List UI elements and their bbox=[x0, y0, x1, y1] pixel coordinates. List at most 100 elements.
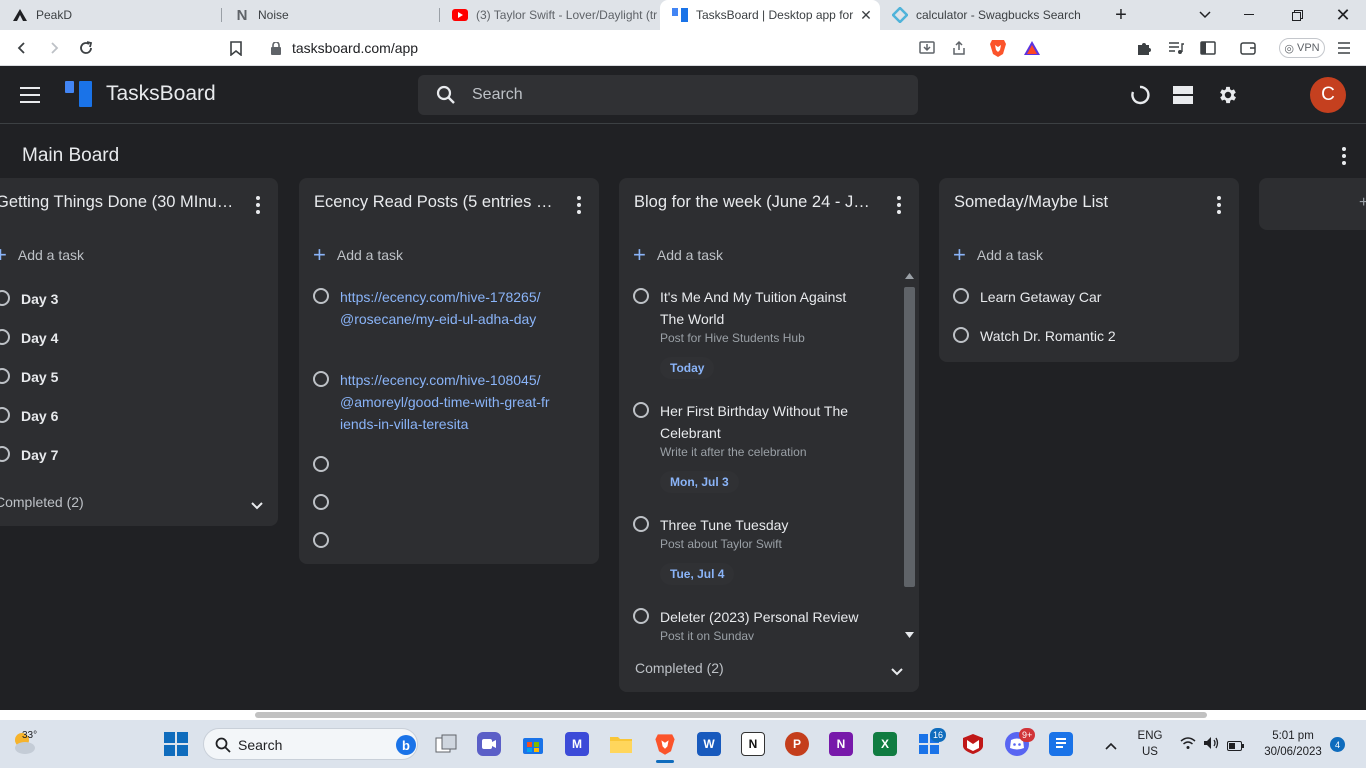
extensions-puzzle-icon[interactable] bbox=[1134, 38, 1154, 58]
task-checkbox[interactable] bbox=[313, 288, 329, 304]
list-menu-icon[interactable] bbox=[1209, 194, 1229, 216]
google-docs-icon[interactable] bbox=[1049, 732, 1073, 756]
task-item[interactable]: Day 3 bbox=[0, 288, 58, 310]
address-bar[interactable]: tasksboard.com/app bbox=[292, 40, 418, 56]
task-item[interactable]: It's Me And My Tuition Against The World… bbox=[633, 286, 863, 379]
chevron-down-icon[interactable] bbox=[890, 664, 904, 676]
vpn-button[interactable]: ◎ VPN bbox=[1279, 38, 1325, 58]
brave-browser-icon[interactable] bbox=[653, 732, 677, 756]
task-item[interactable]: Deleter (2023) Personal Review Post it o… bbox=[633, 606, 883, 643]
task-link[interactable]: https://ecency.com/hive-178265/@rosecane… bbox=[340, 286, 545, 330]
board-scrollbar-thumb[interactable] bbox=[255, 712, 1207, 718]
lock-icon[interactable] bbox=[266, 38, 286, 58]
add-task-button[interactable]: + Add a task bbox=[633, 244, 723, 266]
task-checkbox[interactable] bbox=[313, 371, 329, 387]
task-item[interactable]: Three Tune Tuesday Post about Taylor Swi… bbox=[633, 514, 863, 585]
clock-time[interactable]: 5:01 pm bbox=[1258, 730, 1328, 742]
microsoft-store-icon[interactable] bbox=[521, 732, 545, 756]
task-item[interactable]: Day 5 bbox=[0, 366, 58, 388]
notion-icon[interactable]: N bbox=[741, 732, 765, 756]
teams-chat-icon[interactable] bbox=[477, 732, 501, 756]
user-avatar[interactable]: C bbox=[1310, 77, 1346, 113]
completed-toggle[interactable]: Completed (2) bbox=[0, 494, 84, 510]
task-checkbox[interactable] bbox=[633, 402, 649, 418]
task-checkbox[interactable] bbox=[0, 290, 10, 306]
task-checkbox[interactable] bbox=[313, 532, 329, 548]
task-item[interactable]: https://ecency.com/hive-178265/@rosecane… bbox=[313, 286, 553, 330]
bookmark-icon[interactable] bbox=[226, 38, 246, 58]
task-link[interactable]: https://ecency.com/hive-108045/@amoreyl/… bbox=[340, 369, 552, 435]
task-checkbox[interactable] bbox=[0, 446, 10, 462]
tab-search-chevron-icon[interactable] bbox=[1182, 0, 1228, 30]
region-label[interactable]: US bbox=[1136, 746, 1164, 758]
mcafee-icon[interactable] bbox=[961, 732, 985, 756]
due-date-chip[interactable]: Today bbox=[660, 357, 715, 379]
app-icon[interactable]: M bbox=[565, 732, 589, 756]
restore-button[interactable] bbox=[1274, 0, 1320, 30]
clock-date[interactable]: 30/06/2023 bbox=[1256, 746, 1330, 758]
task-checkbox[interactable] bbox=[953, 288, 969, 304]
wifi-icon[interactable] bbox=[1180, 736, 1196, 755]
chevron-down-icon[interactable] bbox=[250, 498, 264, 510]
task-checkbox[interactable] bbox=[633, 608, 649, 624]
completed-toggle[interactable]: Completed (2) bbox=[635, 660, 724, 676]
list-scrollbar-thumb[interactable] bbox=[904, 287, 915, 587]
volume-icon[interactable] bbox=[1203, 736, 1219, 755]
tab-youtube[interactable]: (3) Taylor Swift - Lover/Daylight (tr bbox=[440, 0, 658, 30]
task-checkbox[interactable] bbox=[0, 368, 10, 384]
back-arrow-icon[interactable] bbox=[12, 38, 32, 58]
search-icon[interactable] bbox=[436, 85, 456, 110]
windows-start-icon[interactable] bbox=[164, 732, 188, 756]
word-icon[interactable]: W bbox=[697, 732, 721, 756]
battery-icon[interactable] bbox=[1227, 738, 1245, 756]
onenote-icon[interactable]: N bbox=[829, 732, 853, 756]
settings-gear-icon[interactable] bbox=[1216, 83, 1240, 107]
powerpoint-icon[interactable]: P bbox=[785, 732, 809, 756]
notification-center-badge[interactable]: 4 bbox=[1330, 737, 1345, 752]
minimize-button[interactable] bbox=[1226, 0, 1272, 30]
reload-icon[interactable] bbox=[76, 38, 96, 58]
forward-arrow-icon[interactable] bbox=[44, 38, 64, 58]
task-checkbox[interactable] bbox=[0, 407, 10, 423]
due-date-chip[interactable]: Mon, Jul 3 bbox=[660, 471, 739, 493]
install-app-icon[interactable] bbox=[917, 38, 937, 58]
language-label[interactable]: ENG bbox=[1136, 730, 1164, 742]
task-item[interactable]: https://ecency.com/hive-108045/@amoreyl/… bbox=[313, 369, 553, 435]
task-item[interactable] bbox=[313, 492, 340, 510]
task-checkbox[interactable] bbox=[633, 516, 649, 532]
search-input[interactable] bbox=[472, 75, 902, 115]
sync-icon[interactable] bbox=[1128, 83, 1152, 107]
sidebar-icon[interactable] bbox=[1198, 38, 1218, 58]
list-menu-icon[interactable] bbox=[248, 194, 268, 216]
file-explorer-icon[interactable] bbox=[609, 732, 633, 756]
brave-rewards-icon[interactable] bbox=[1022, 38, 1042, 58]
task-item[interactable] bbox=[313, 530, 340, 548]
excel-icon[interactable]: X bbox=[873, 732, 897, 756]
close-window-button[interactable]: ✕ bbox=[1320, 0, 1366, 30]
brave-shields-icon[interactable] bbox=[988, 38, 1008, 58]
list-menu-icon[interactable] bbox=[569, 194, 589, 216]
add-list-card[interactable]: + bbox=[1259, 178, 1366, 230]
list-menu-icon[interactable] bbox=[889, 194, 909, 216]
task-checkbox[interactable] bbox=[0, 329, 10, 345]
tab-tasksboard[interactable]: TasksBoard | Desktop app for ✕ bbox=[660, 0, 880, 30]
task-item[interactable] bbox=[313, 454, 340, 472]
add-task-button[interactable]: + Add a task bbox=[953, 244, 1043, 266]
task-item[interactable]: Day 7 bbox=[0, 444, 58, 466]
task-item[interactable]: Watch Dr. Romantic 2 bbox=[953, 325, 1116, 347]
tab-noise[interactable]: N Noise bbox=[222, 0, 440, 30]
task-item[interactable]: Day 4 bbox=[0, 327, 58, 349]
new-tab-button[interactable]: + bbox=[1098, 0, 1144, 30]
chevron-up-icon[interactable] bbox=[1104, 738, 1118, 750]
task-checkbox[interactable] bbox=[953, 327, 969, 343]
task-checkbox[interactable] bbox=[313, 456, 329, 472]
hamburger-menu-icon[interactable] bbox=[20, 87, 40, 103]
add-task-button[interactable]: + Add a task bbox=[0, 244, 84, 266]
share-icon[interactable] bbox=[949, 38, 969, 58]
task-view-icon[interactable] bbox=[434, 732, 458, 756]
board-menu-icon[interactable] bbox=[1334, 146, 1354, 166]
tab-peakd[interactable]: PeakD bbox=[0, 0, 222, 30]
due-date-chip[interactable]: Tue, Jul 4 bbox=[660, 563, 735, 585]
task-item[interactable]: Her First Birthday Without The Celebrant… bbox=[633, 400, 863, 493]
task-checkbox[interactable] bbox=[313, 494, 329, 510]
